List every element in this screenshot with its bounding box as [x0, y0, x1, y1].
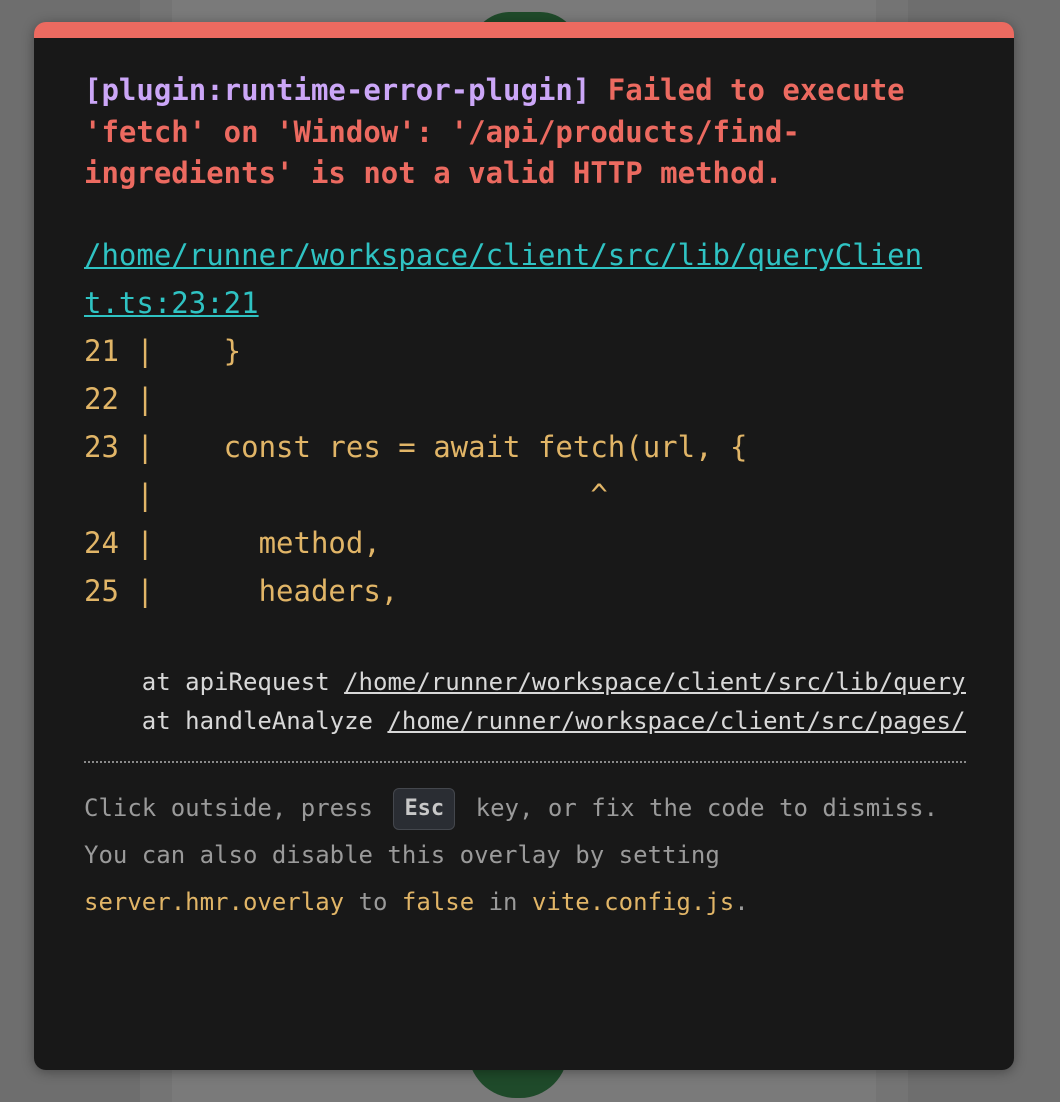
code-line: 22 | — [84, 381, 154, 416]
plugin-name: [plugin:runtime-error-plugin] — [84, 73, 591, 107]
tip-text: key, or fix the code to dismiss. — [461, 793, 939, 822]
error-content: [plugin:runtime-error-plugin] Failed to … — [84, 38, 966, 926]
setting-value: false — [401, 887, 475, 916]
stack-prefix: at handleAnalyze — [84, 706, 388, 735]
esc-key: Esc — [393, 787, 456, 830]
dismiss-tip: Click outside, press Esc key, or fix the… — [84, 785, 966, 926]
setting-name: server.hmr.overlay — [84, 887, 345, 916]
code-line: 25 | headers, — [84, 573, 399, 608]
error-message: [plugin:runtime-error-plugin] Failed to … — [84, 38, 966, 195]
error-file-link[interactable]: /home/runner/workspace/client/src/lib/qu… — [84, 231, 954, 327]
code-line: 21 | } — [84, 333, 242, 368]
tip-text: Click outside, press — [84, 793, 388, 822]
code-frame: 21 | } 22 | 23 | const res = await fetch… — [84, 327, 966, 615]
code-line-caret: | ^ — [84, 477, 608, 512]
code-line: 24 | method, — [84, 525, 381, 560]
error-overlay[interactable]: [plugin:runtime-error-plugin] Failed to … — [34, 22, 1014, 1070]
divider — [84, 760, 966, 763]
stack-path-link[interactable]: /home/runner/workspace/client/src/pages/… — [387, 707, 966, 735]
tip-text: You can also disable this overlay by set… — [84, 840, 735, 869]
config-file: vite.config.js — [531, 887, 735, 916]
tip-text: . — [734, 887, 749, 916]
stack-prefix: at apiRequest — [84, 667, 345, 696]
code-line: 23 | const res = await fetch(url, { — [84, 429, 748, 464]
stack-line: at apiRequest /home/runner/workspace/cli… — [84, 663, 966, 702]
stack-line: at handleAnalyze /home/runner/workspace/… — [84, 702, 966, 741]
tip-text: to — [344, 887, 402, 916]
stack-path-link[interactable]: /home/runner/workspace/client/src/lib/qu… — [344, 668, 966, 696]
stack-trace: at apiRequest /home/runner/workspace/cli… — [84, 663, 966, 741]
tip-text: in — [474, 887, 532, 916]
